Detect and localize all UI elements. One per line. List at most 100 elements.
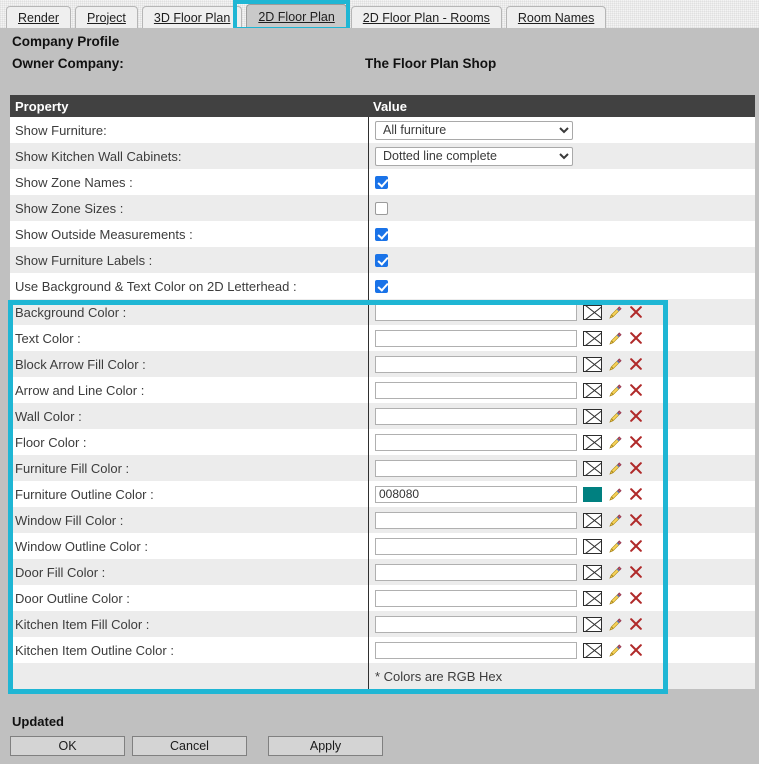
red-x-clear-icon[interactable] — [629, 643, 643, 657]
red-x-clear-icon[interactable] — [629, 513, 643, 527]
column-header-property: Property — [15, 98, 69, 114]
dialog-button-row: OK Cancel Apply — [10, 736, 383, 756]
owner-company-value: The Floor Plan Shop — [365, 56, 497, 71]
value-cell — [368, 325, 755, 351]
ok-button[interactable]: OK — [10, 736, 125, 756]
empty-color-swatch-icon[interactable] — [583, 408, 602, 424]
empty-color-swatch-icon[interactable] — [583, 434, 602, 450]
tab-render[interactable]: Render — [6, 6, 71, 28]
pencil-edit-icon[interactable] — [608, 409, 623, 424]
hex-input-text-color[interactable] — [375, 329, 577, 347]
table-row: Background Color : — [10, 299, 755, 325]
select-show-kitchen-wall-cabinets[interactable]: Dotted line complete — [375, 146, 573, 166]
select-show-furniture[interactable]: All furniture — [375, 120, 573, 140]
tab-room-names[interactable]: Room Names — [505, 6, 607, 28]
hex-input-floor-color[interactable] — [375, 433, 577, 451]
tab-label: Room Names — [517, 10, 595, 25]
empty-color-swatch-icon[interactable] — [583, 564, 602, 580]
hex-input-background-color[interactable] — [375, 303, 577, 321]
empty-color-swatch-icon[interactable] — [583, 616, 602, 632]
red-x-clear-icon[interactable] — [629, 383, 643, 397]
hex-input-door-outline-color[interactable] — [375, 589, 577, 607]
pencil-edit-icon[interactable] — [608, 539, 623, 554]
checkbox-show-outside-measurements[interactable] — [375, 227, 388, 241]
hex-input-window-outline-color[interactable] — [375, 537, 577, 555]
empty-color-swatch-icon[interactable] — [583, 356, 602, 372]
empty-color-swatch-icon[interactable] — [583, 382, 602, 398]
red-x-clear-icon[interactable] — [629, 461, 643, 475]
property-label: Furniture Outline Color : — [15, 486, 154, 502]
value-cell: All furniture — [368, 117, 755, 143]
hex-input-block-arrow-fill-color[interactable] — [375, 355, 577, 373]
value-cell — [368, 351, 755, 377]
hex-input-window-fill-color[interactable] — [375, 511, 577, 529]
tab-project[interactable]: Project — [75, 6, 138, 28]
hex-input-kitchen-item-fill-color[interactable] — [375, 615, 577, 633]
property-label: Furniture Fill Color : — [15, 460, 130, 476]
value-cell — [368, 533, 755, 559]
pencil-edit-icon[interactable] — [608, 487, 623, 502]
table-row: Show Furniture Labels : — [10, 247, 755, 273]
empty-color-swatch-icon[interactable] — [583, 460, 602, 476]
red-x-clear-icon[interactable] — [629, 331, 643, 345]
cancel-button[interactable]: Cancel — [132, 736, 247, 756]
hex-input-furniture-fill-color[interactable] — [375, 459, 577, 477]
value-cell — [368, 403, 755, 429]
property-label: Arrow and Line Color : — [15, 382, 145, 398]
hex-input-arrow-and-line-color[interactable] — [375, 381, 577, 399]
pencil-edit-icon[interactable] — [608, 305, 623, 320]
value-cell — [368, 169, 755, 195]
pencil-edit-icon[interactable] — [608, 383, 623, 398]
property-label: Kitchen Item Outline Color : — [15, 642, 174, 658]
pencil-edit-icon[interactable] — [608, 435, 623, 450]
tab-3d-floor-plan[interactable]: 3D Floor Plan — [141, 6, 243, 28]
value-cell — [368, 247, 755, 273]
table-row: Show Outside Measurements : — [10, 221, 755, 247]
empty-color-swatch-icon[interactable] — [583, 304, 602, 320]
color-swatch[interactable] — [583, 486, 602, 502]
tab-label: 2D Floor Plan - Rooms — [362, 10, 490, 25]
red-x-clear-icon[interactable] — [629, 539, 643, 553]
empty-color-swatch-icon[interactable] — [583, 590, 602, 606]
tab-2d-floor-plan-rooms[interactable]: 2D Floor Plan - Rooms — [350, 6, 502, 28]
checkbox-use-background-text-color-on-2d-letterhead[interactable] — [375, 279, 388, 293]
pencil-edit-icon[interactable] — [608, 643, 623, 658]
hex-input-wall-color[interactable] — [375, 407, 577, 425]
pencil-edit-icon[interactable] — [608, 591, 623, 606]
empty-color-swatch-icon[interactable] — [583, 642, 602, 658]
red-x-clear-icon[interactable] — [629, 487, 643, 501]
property-label: Window Fill Color : — [15, 512, 124, 528]
checkbox-show-zone-names[interactable] — [375, 175, 388, 189]
red-x-clear-icon[interactable] — [629, 565, 643, 579]
red-x-clear-icon[interactable] — [629, 357, 643, 371]
property-label: Use Background & Text Color on 2D Letter… — [15, 278, 297, 294]
pencil-edit-icon[interactable] — [608, 565, 623, 580]
hex-input-kitchen-item-outline-color[interactable] — [375, 641, 577, 659]
table-row: Kitchen Item Fill Color : — [10, 611, 755, 637]
pencil-edit-icon[interactable] — [608, 357, 623, 372]
red-x-clear-icon[interactable] — [629, 617, 643, 631]
empty-color-swatch-icon[interactable] — [583, 538, 602, 554]
value-cell — [368, 559, 755, 585]
checkbox-show-furniture-labels[interactable] — [375, 253, 388, 267]
pencil-edit-icon[interactable] — [608, 331, 623, 346]
red-x-clear-icon[interactable] — [629, 591, 643, 605]
checkbox-show-zone-sizes[interactable] — [375, 201, 388, 215]
empty-color-swatch-icon[interactable] — [583, 330, 602, 346]
hex-input-door-fill-color[interactable] — [375, 563, 577, 581]
pencil-edit-icon[interactable] — [608, 513, 623, 528]
apply-button[interactable]: Apply — [268, 736, 383, 756]
value-cell — [368, 273, 755, 299]
property-table: Property Value Show Furniture: All furnit… — [10, 95, 755, 689]
red-x-clear-icon[interactable] — [629, 305, 643, 319]
pencil-edit-icon[interactable] — [608, 461, 623, 476]
pencil-edit-icon[interactable] — [608, 617, 623, 632]
hex-input-furniture-outline-color[interactable] — [375, 485, 577, 503]
value-cell: * Colors are RGB Hex — [368, 663, 755, 689]
empty-color-swatch-icon[interactable] — [583, 512, 602, 528]
red-x-clear-icon[interactable] — [629, 435, 643, 449]
tab-2d-floor-plan[interactable]: 2D Floor Plan — [246, 4, 347, 28]
red-x-clear-icon[interactable] — [629, 409, 643, 423]
value-cell — [368, 377, 755, 403]
table-row: Use Background & Text Color on 2D Letter… — [10, 273, 755, 299]
